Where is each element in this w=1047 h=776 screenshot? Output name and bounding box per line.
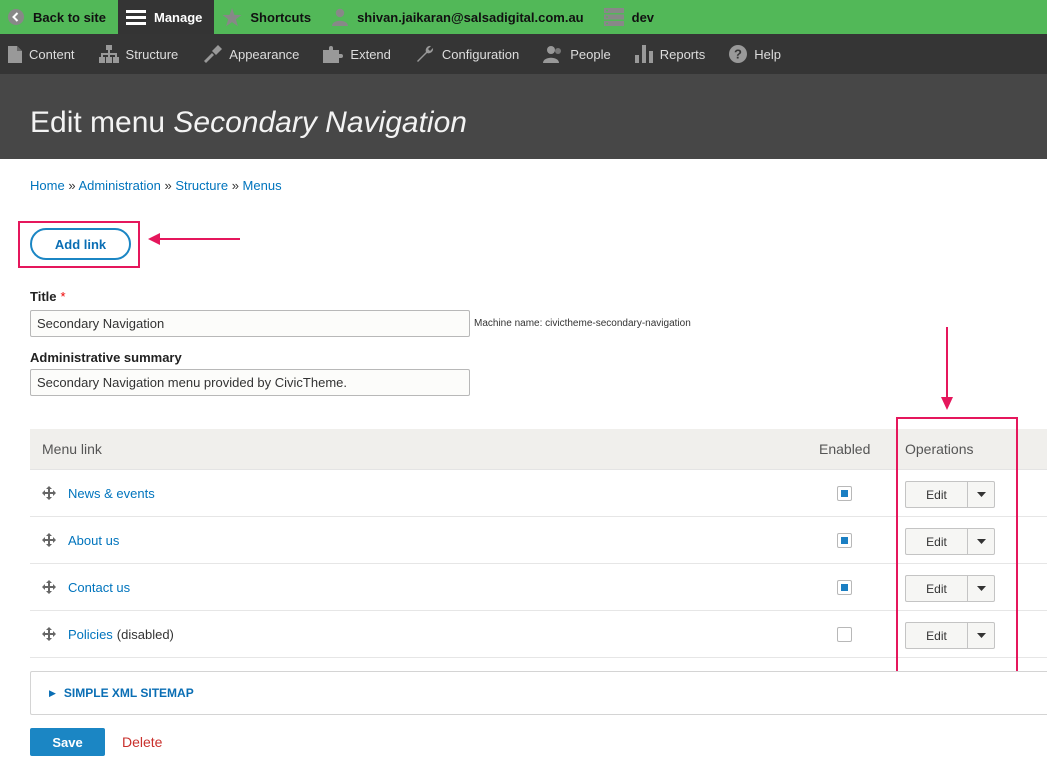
hamburger-icon xyxy=(125,10,146,25)
page-title: Edit menu Secondary Navigation xyxy=(30,106,467,140)
brush-icon xyxy=(204,45,223,63)
summary-input[interactable]: Secondary Navigation menu provided by Ci… xyxy=(30,369,470,396)
tray-item-extend[interactable]: Extend xyxy=(323,34,391,74)
tray-item-reports[interactable]: Reports xyxy=(634,34,706,74)
page-title-prefix: Edit menu xyxy=(30,106,166,139)
environment-tab[interactable]: dev xyxy=(596,0,666,34)
user-icon xyxy=(332,8,349,26)
drag-handle-icon[interactable] xyxy=(42,533,56,547)
enabled-checkbox[interactable] xyxy=(837,533,852,548)
tray-item-structure[interactable]: Structure xyxy=(98,34,179,74)
table-row: Policies (disabled) Edit xyxy=(30,611,1047,658)
breadcrumb-administration[interactable]: Administration xyxy=(78,178,160,193)
table-row: News & events Edit xyxy=(30,470,1047,517)
delete-link[interactable]: Delete xyxy=(122,734,162,750)
tray-item-configuration[interactable]: Configuration xyxy=(415,34,519,74)
expand-triangle-icon: ▶ xyxy=(49,687,56,698)
breadcrumb-separator: » xyxy=(231,178,239,193)
menu-link-label: About us xyxy=(68,533,120,548)
annotation-box-operations xyxy=(896,417,1018,682)
tray-item-appearance[interactable]: Appearance xyxy=(202,34,299,74)
menu-links-table: Menu link Enabled Operations News & even… xyxy=(30,429,1047,658)
breadcrumb-separator: » xyxy=(164,178,172,193)
breadcrumb-separator: » xyxy=(68,178,76,193)
menu-link-news-events[interactable]: News & events xyxy=(68,486,155,501)
tray-item-help[interactable]: ? Help xyxy=(729,34,781,74)
menu-link-policies[interactable]: Policies (disabled) xyxy=(68,627,174,642)
breadcrumb-home[interactable]: Home xyxy=(30,178,65,193)
tray-item-label: Help xyxy=(754,46,781,62)
admin-menu-tray: Content Structure Appearance Extend Conf… xyxy=(0,34,1047,74)
page-title-menu-name: Secondary Navigation xyxy=(173,106,467,139)
menu-link-about-us[interactable]: About us xyxy=(68,533,119,548)
sitemap-icon xyxy=(98,45,119,63)
wrench-icon xyxy=(416,45,433,62)
title-label: Title * xyxy=(30,289,66,304)
menu-link-label: Contact us xyxy=(68,580,131,595)
menu-link-contact-us[interactable]: Contact us xyxy=(68,580,130,595)
enabled-checkbox[interactable] xyxy=(837,627,852,642)
tray-item-label: Content xyxy=(29,46,75,62)
file-icon xyxy=(8,45,22,63)
tray-item-label: Structure xyxy=(125,46,179,62)
title-label-text: Title xyxy=(30,289,57,304)
annotation-arrow-down-icon xyxy=(941,327,953,410)
tray-item-people[interactable]: People xyxy=(543,34,611,74)
tray-item-content[interactable]: Content xyxy=(8,34,75,74)
page-header: Edit menu Secondary Navigation xyxy=(0,74,1047,159)
table-row: Contact us Edit xyxy=(30,564,1047,611)
save-button[interactable]: Save xyxy=(30,728,105,756)
drag-handle-icon[interactable] xyxy=(42,580,56,594)
summary-label: Administrative summary xyxy=(30,350,182,365)
tray-item-label: Reports xyxy=(659,46,706,62)
enabled-checkbox[interactable] xyxy=(837,486,852,501)
user-label: shivan.jaikaran@salsadigital.com.au xyxy=(357,9,584,25)
enabled-checkbox[interactable] xyxy=(837,580,852,595)
sitemap-label: SIMPLE XML SITEMAP xyxy=(63,686,194,700)
people-icon xyxy=(543,46,562,63)
user-tab[interactable]: shivan.jaikaran@salsadigital.com.au xyxy=(323,0,596,34)
breadcrumb: Home » Administration » Structure » Menu… xyxy=(30,178,282,193)
bar-chart-icon xyxy=(634,45,653,63)
table-header: Menu link Enabled Operations xyxy=(30,429,1047,470)
svg-text:?: ? xyxy=(734,47,742,62)
menu-link-label: Policies xyxy=(68,627,113,642)
header-enabled: Enabled xyxy=(819,441,871,457)
menu-link-label: News & events xyxy=(68,486,155,501)
puzzle-icon xyxy=(323,46,344,63)
star-icon xyxy=(222,7,242,26)
breadcrumb-structure[interactable]: Structure xyxy=(175,178,228,193)
manage-label: Manage xyxy=(153,9,203,25)
simple-xml-sitemap-details[interactable]: ▶ SIMPLE XML SITEMAP xyxy=(30,671,1047,715)
back-to-site-link[interactable]: Back to site xyxy=(0,0,118,34)
tray-item-label: People xyxy=(570,46,611,62)
add-link-button[interactable]: Add link xyxy=(30,228,131,260)
help-icon: ? xyxy=(729,45,748,63)
shortcuts-tab[interactable]: Shortcuts xyxy=(214,0,323,34)
environment-label: dev xyxy=(631,9,655,25)
tray-item-label: Configuration xyxy=(441,46,520,62)
disabled-suffix: (disabled) xyxy=(116,627,174,642)
header-menu-link: Menu link xyxy=(42,441,102,457)
required-marker: * xyxy=(60,289,66,304)
tray-item-label: Appearance xyxy=(229,46,300,62)
manage-tab[interactable]: Manage xyxy=(117,0,215,34)
shortcuts-label: Shortcuts xyxy=(250,9,312,25)
breadcrumb-menus[interactable]: Menus xyxy=(243,178,282,193)
back-arrow-icon xyxy=(8,9,24,25)
drag-handle-icon[interactable] xyxy=(42,486,56,500)
server-icon xyxy=(603,8,624,26)
tray-item-label: Extend xyxy=(350,46,391,62)
annotation-arrow-left-icon xyxy=(148,233,240,245)
admin-toolbar: Back to site Manage Shortcuts shivan.jai… xyxy=(0,0,1047,34)
machine-name-text: Machine name: civictheme-secondary-navig… xyxy=(474,318,691,329)
back-to-site-label: Back to site xyxy=(33,9,106,25)
table-row: About us Edit xyxy=(30,517,1047,564)
title-input[interactable]: Secondary Navigation xyxy=(30,310,470,337)
drag-handle-icon[interactable] xyxy=(42,627,56,641)
